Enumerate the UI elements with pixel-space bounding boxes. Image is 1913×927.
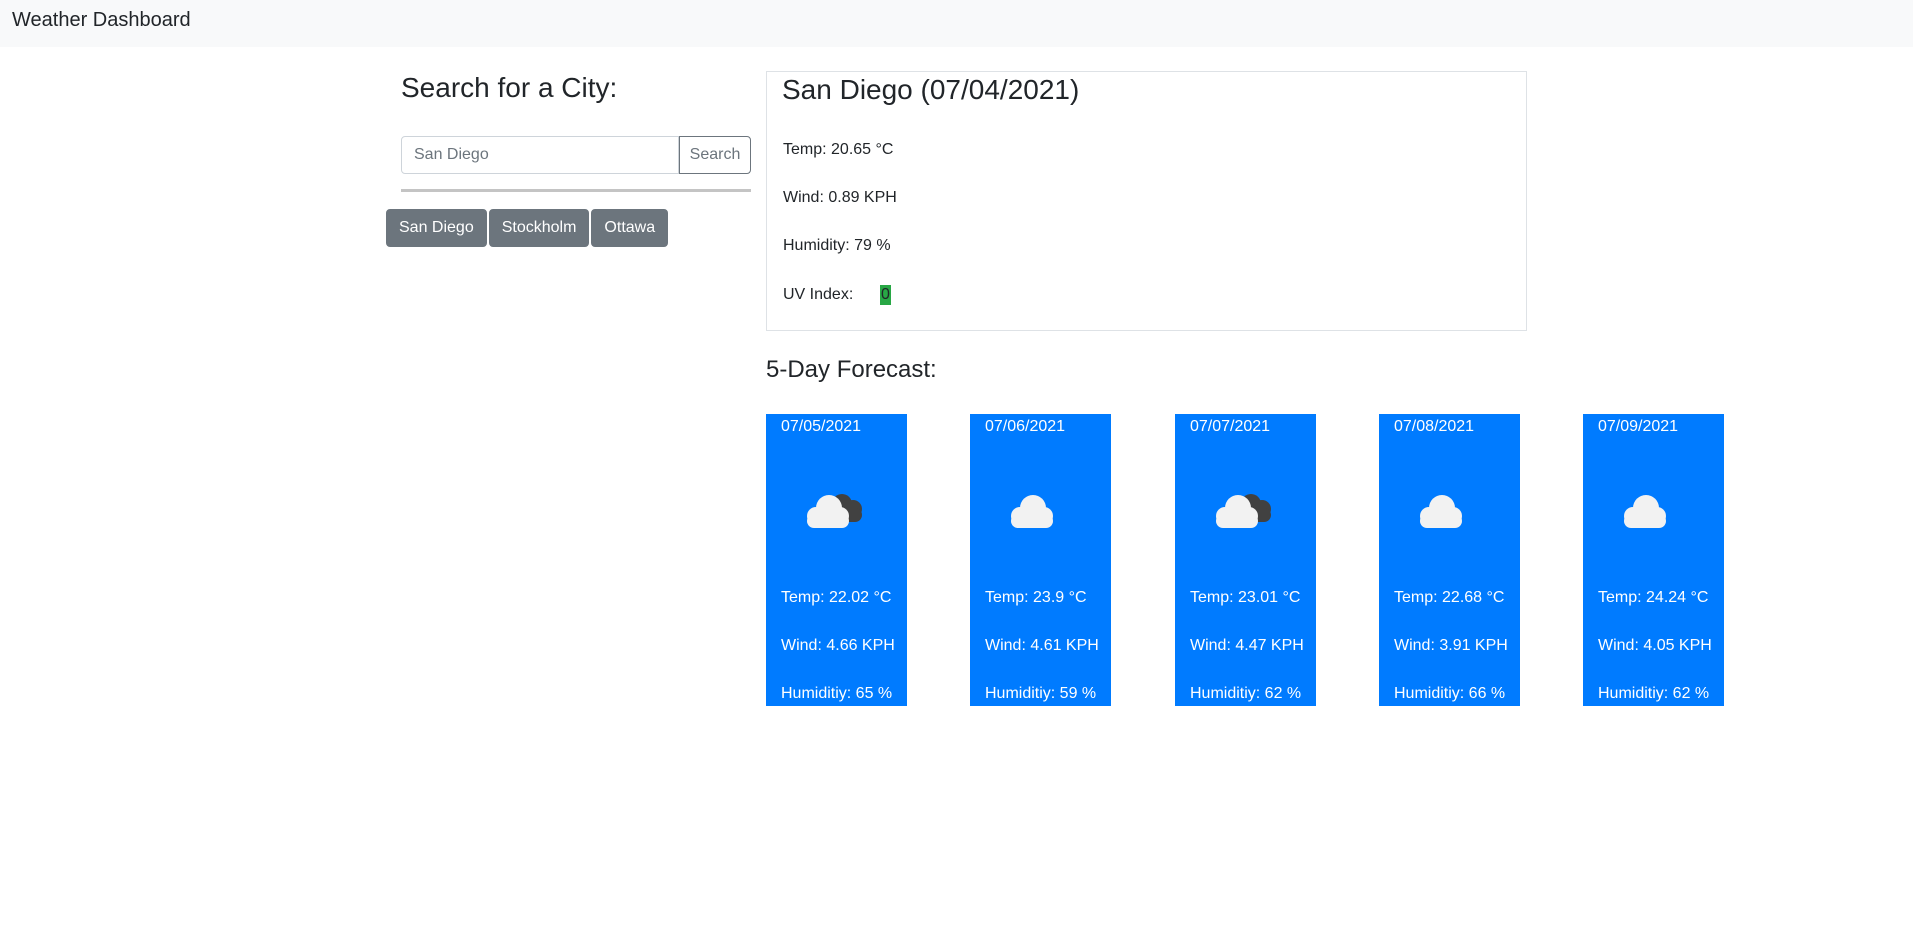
history-button-san-diego[interactable]: San Diego xyxy=(386,209,487,247)
city-search-input[interactable] xyxy=(401,136,679,174)
current-temp: Temp: 20.65 °C xyxy=(783,141,894,158)
forecast-wind: Wind: 4.66 KPH xyxy=(781,637,895,654)
forecast-humidity: Humiditiy: 66 % xyxy=(1394,685,1506,702)
current-humidity: Humidity: 79 % xyxy=(783,237,891,254)
forecast-card: 07/05/2021 Temp: 22.02 °C Wind: 4.66 KPH… xyxy=(766,414,907,706)
current-city-title: San Diego (07/04/2021) xyxy=(782,74,1080,105)
history-button-ottawa[interactable]: Ottawa xyxy=(591,209,669,247)
navbar: Weather Dashboard xyxy=(0,0,1913,47)
forecast-temp: Temp: 22.02 °C xyxy=(781,589,892,606)
current-uv-row: UV Index: 0 xyxy=(783,285,891,305)
broken-clouds-icon xyxy=(1216,494,1271,528)
forecast-humidity: Humiditiy: 65 % xyxy=(781,685,893,702)
navbar-brand[interactable]: Weather Dashboard xyxy=(12,9,191,32)
search-divider xyxy=(401,189,751,192)
forecast-card: 07/07/2021 Temp: 23.01 °C Wind: 4.47 KPH… xyxy=(1175,414,1316,706)
forecast-temp: Temp: 24.24 °C xyxy=(1598,589,1709,606)
current-wind: Wind: 0.89 KPH xyxy=(783,189,897,206)
scattered-clouds-icon xyxy=(1420,495,1462,528)
forecast-title: 5-Day Forecast: xyxy=(766,356,937,383)
forecast-date: 07/07/2021 xyxy=(1190,418,1271,435)
forecast-humidity: Humiditiy: 62 % xyxy=(1598,685,1710,702)
broken-clouds-icon xyxy=(807,494,862,528)
forecast-wind: Wind: 3.91 KPH xyxy=(1394,637,1508,654)
scattered-clouds-icon xyxy=(1011,495,1053,528)
uv-index-badge: 0 xyxy=(880,285,891,305)
forecast-date: 07/08/2021 xyxy=(1394,418,1475,435)
history-button-stockholm[interactable]: Stockholm xyxy=(488,209,590,247)
search-group: Search xyxy=(401,136,751,174)
forecast-card: 07/09/2021 Temp: 24.24 °C Wind: 4.05 KPH… xyxy=(1583,414,1724,706)
forecast-temp: Temp: 23.9 °C xyxy=(985,589,1087,606)
forecast-wind: Wind: 4.05 KPH xyxy=(1598,637,1712,654)
search-title: Search for a City: xyxy=(401,72,618,103)
scattered-clouds-icon xyxy=(1624,495,1666,528)
forecast-card: 07/08/2021 Temp: 22.68 °C Wind: 3.91 KPH… xyxy=(1379,414,1520,706)
forecast-temp: Temp: 23.01 °C xyxy=(1190,589,1301,606)
forecast-date: 07/06/2021 xyxy=(985,418,1066,435)
forecast-wind: Wind: 4.61 KPH xyxy=(985,637,1099,654)
forecast-temp: Temp: 22.68 °C xyxy=(1394,589,1505,606)
forecast-card: 07/06/2021 Temp: 23.9 °C Wind: 4.61 KPH … xyxy=(970,414,1111,706)
current-weather-card: San Diego (07/04/2021) Temp: 20.65 °C Wi… xyxy=(766,71,1527,331)
search-history: San Diego Stockholm Ottawa xyxy=(386,209,669,247)
search-button[interactable]: Search xyxy=(679,136,751,174)
uv-index-label: UV Index: xyxy=(783,286,854,303)
forecast-wind: Wind: 4.47 KPH xyxy=(1190,637,1304,654)
forecast-humidity: Humiditiy: 59 % xyxy=(985,685,1097,702)
forecast-date: 07/09/2021 xyxy=(1598,418,1679,435)
forecast-date: 07/05/2021 xyxy=(781,418,862,435)
forecast-humidity: Humiditiy: 62 % xyxy=(1190,685,1302,702)
